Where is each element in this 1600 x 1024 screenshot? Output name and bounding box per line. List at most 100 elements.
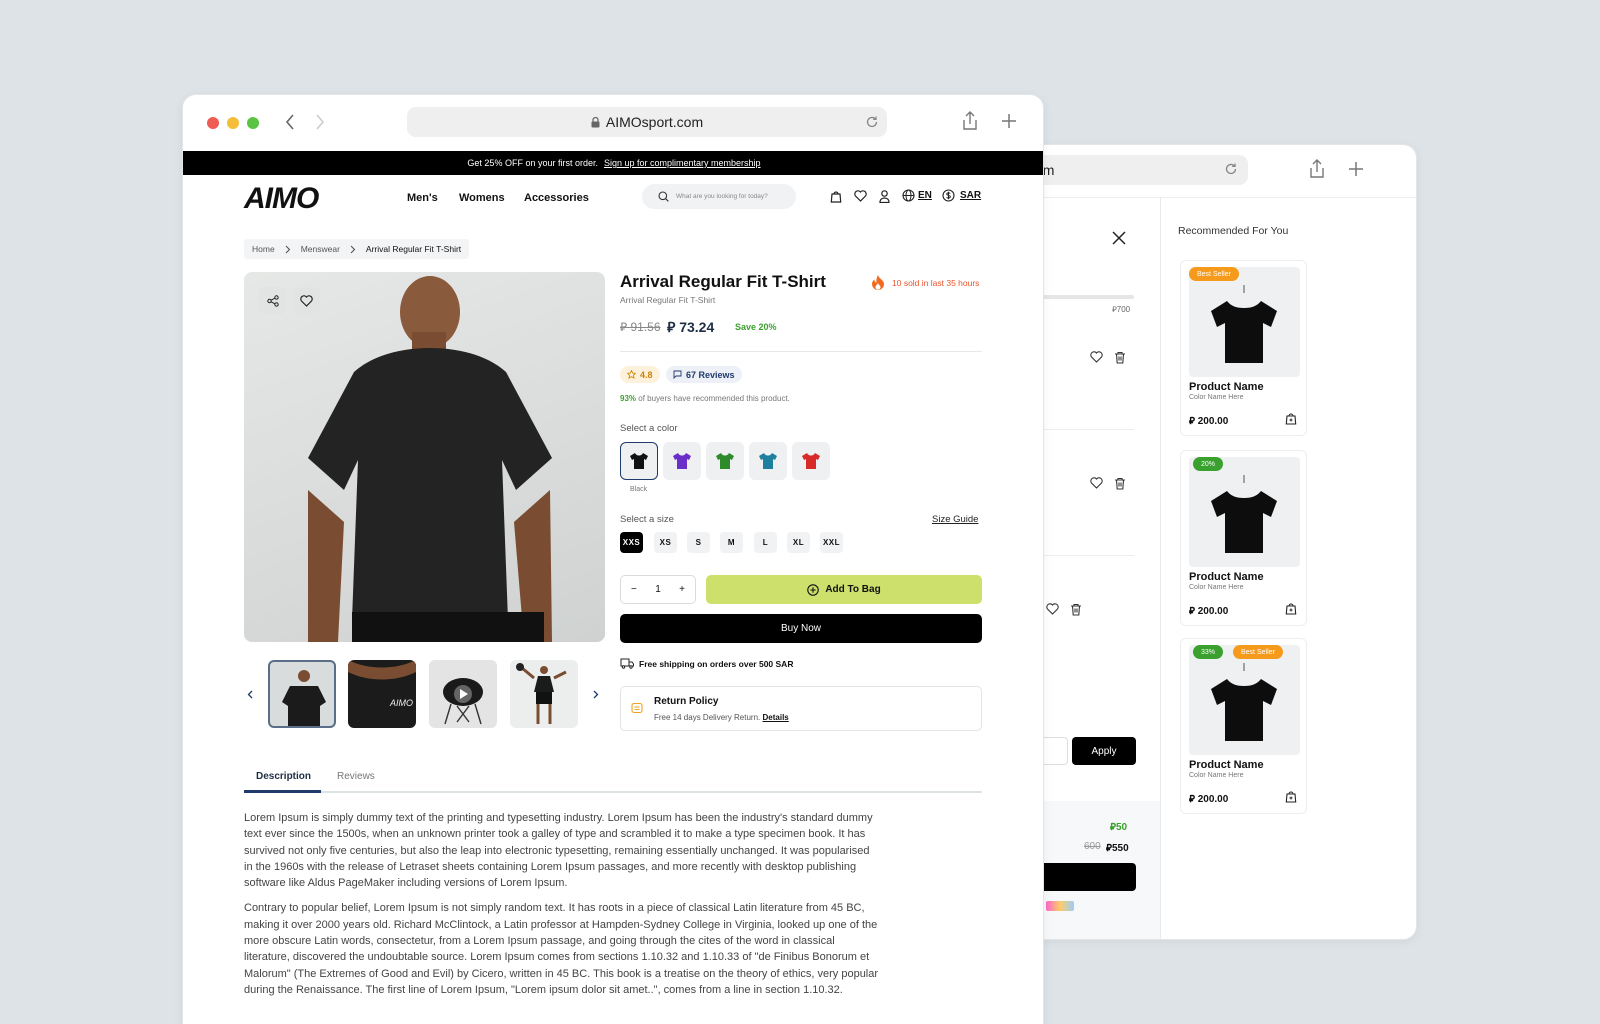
tshirt-icon xyxy=(716,453,734,469)
apply-button[interactable]: Apply xyxy=(1072,737,1136,765)
share-icon[interactable] xyxy=(259,287,286,314)
add-to-bag-icon[interactable] xyxy=(1285,412,1297,425)
recommend-text: of buyers have recommended this product. xyxy=(638,394,790,403)
bag-icon[interactable] xyxy=(830,190,842,203)
tab-description[interactable]: Description xyxy=(256,771,311,782)
product-image xyxy=(1189,645,1300,755)
reload-icon[interactable] xyxy=(1224,162,1238,176)
increase-button[interactable]: + xyxy=(679,584,685,595)
add-to-bag-button[interactable]: Add To Bag xyxy=(706,575,982,604)
breadcrumb-home[interactable]: Home xyxy=(252,244,275,254)
product-price: ⃁ 200.00 xyxy=(1189,606,1229,617)
forward-arrow-icon[interactable] xyxy=(315,114,325,130)
thumbnail-back-view[interactable] xyxy=(268,660,336,728)
add-to-bag-icon[interactable] xyxy=(1285,602,1297,615)
share-icon[interactable] xyxy=(961,111,979,131)
chevron-right-icon xyxy=(285,245,290,253)
logo[interactable]: AIMO xyxy=(244,182,319,216)
thumbnail-video[interactable] xyxy=(429,660,497,728)
tshirt-icon xyxy=(673,453,691,469)
active-tab-indicator xyxy=(244,790,321,793)
wishlist-icon[interactable] xyxy=(1046,603,1059,615)
chevron-right-icon[interactable] xyxy=(593,690,599,699)
share-icon[interactable] xyxy=(1308,159,1326,179)
size-option-xxl[interactable]: XXL xyxy=(820,532,843,553)
recommended-card[interactable]: Best Seller Product Name Color Name Here… xyxy=(1180,260,1307,436)
comment-icon xyxy=(673,370,682,379)
recommended-card[interactable]: 33% Best Seller Product Name Color Name … xyxy=(1180,638,1307,814)
nav-womens[interactable]: Womens xyxy=(459,192,505,204)
maximize-window-button[interactable] xyxy=(247,117,259,129)
buy-now-button[interactable]: Buy Now xyxy=(620,614,982,643)
globe-icon[interactable] xyxy=(902,189,915,202)
close-window-button[interactable] xyxy=(207,117,219,129)
rating-value: 4.8 xyxy=(640,369,653,380)
wishlist-icon[interactable] xyxy=(1090,477,1103,489)
size-option-s[interactable]: S xyxy=(687,532,710,553)
size-option-xs[interactable]: XS xyxy=(654,532,677,553)
size-guide-link[interactable]: Size Guide xyxy=(932,514,978,525)
membership-link[interactable]: Sign up for complimentary membership xyxy=(604,158,761,168)
nav-mens[interactable]: Men's xyxy=(407,192,438,204)
reviews-count: 67 Reviews xyxy=(686,369,735,380)
back-toolbar-divider xyxy=(986,197,1416,198)
back-arrow-icon[interactable] xyxy=(285,114,295,130)
quantity-value[interactable]: 1 xyxy=(655,584,661,595)
url-text: AIMOsport.com xyxy=(605,114,704,130)
currency-icon[interactable] xyxy=(942,189,955,202)
close-icon[interactable] xyxy=(1112,231,1126,245)
reviews-chip[interactable]: 67 Reviews xyxy=(666,366,742,383)
return-policy-box: Return Policy Free 14 days Delivery Retu… xyxy=(620,686,982,731)
size-label: Select a size xyxy=(620,514,674,525)
minimize-window-button[interactable] xyxy=(227,117,239,129)
recommended-card[interactable]: 20% Product Name Color Name Here ⃁ 200.0… xyxy=(1180,450,1307,626)
user-icon[interactable] xyxy=(879,190,890,203)
breadcrumb-menswear[interactable]: Menswear xyxy=(301,244,340,254)
language-selector[interactable]: EN xyxy=(918,190,932,201)
sale-price: ⃁ 73.24 xyxy=(667,319,715,335)
wishlist-icon[interactable] xyxy=(1090,351,1103,363)
delete-icon[interactable] xyxy=(1114,351,1126,364)
color-swatch-purple[interactable] xyxy=(663,442,701,480)
color-name: Color Name Here xyxy=(1189,772,1244,779)
color-swatch-red[interactable] xyxy=(792,442,830,480)
quantity-stepper: − 1 + xyxy=(620,575,696,604)
color-swatch-black[interactable] xyxy=(620,442,658,480)
size-option-xxs[interactable]: XXS xyxy=(620,532,643,553)
chevron-left-icon[interactable] xyxy=(247,690,253,699)
chevron-right-icon xyxy=(350,245,356,253)
description-paragraph: Contrary to popular belief, Lorem Ipsum … xyxy=(244,902,879,996)
product-name: Product Name xyxy=(1189,571,1264,583)
rating-chip[interactable]: 4.8 xyxy=(620,366,660,383)
currency-selector[interactable]: SAR xyxy=(960,190,981,201)
return-details-link[interactable]: Details xyxy=(763,713,789,722)
truck-icon xyxy=(620,658,634,669)
heart-icon[interactable] xyxy=(854,190,867,202)
delete-icon[interactable] xyxy=(1070,603,1082,616)
thumbnail-full-body[interactable] xyxy=(510,660,578,728)
thumbnail-logo-detail[interactable]: AIMO xyxy=(348,660,416,728)
delete-icon[interactable] xyxy=(1114,477,1126,490)
new-tab-icon[interactable] xyxy=(1348,161,1364,177)
description-body: Lorem Ipsum is simply dummy text of the … xyxy=(244,810,880,1007)
url-bar[interactable]: AIMOsport.com xyxy=(407,107,887,137)
size-option-xl[interactable]: XL xyxy=(787,532,810,553)
reload-icon[interactable] xyxy=(865,115,879,129)
payment-logo xyxy=(1046,901,1074,911)
product-price: ⃁ 200.00 xyxy=(1189,794,1229,805)
nav-accessories[interactable]: Accessories xyxy=(524,192,589,204)
search-input[interactable]: What are you looking for today? xyxy=(642,184,796,209)
lock-icon xyxy=(591,116,600,127)
tab-reviews[interactable]: Reviews xyxy=(337,771,375,782)
size-option-m[interactable]: M xyxy=(720,532,743,553)
color-swatch-green[interactable] xyxy=(706,442,744,480)
size-option-l[interactable]: L xyxy=(754,532,777,553)
add-to-bag-icon[interactable] xyxy=(1285,790,1297,803)
new-tab-icon[interactable] xyxy=(1001,113,1017,129)
color-swatch-teal[interactable] xyxy=(749,442,787,480)
star-icon xyxy=(627,370,636,379)
decrease-button[interactable]: − xyxy=(631,584,637,595)
favorite-icon[interactable] xyxy=(293,287,320,314)
color-name: Color Name Here xyxy=(1189,394,1244,401)
add-to-bag-label: Add To Bag xyxy=(825,584,881,595)
